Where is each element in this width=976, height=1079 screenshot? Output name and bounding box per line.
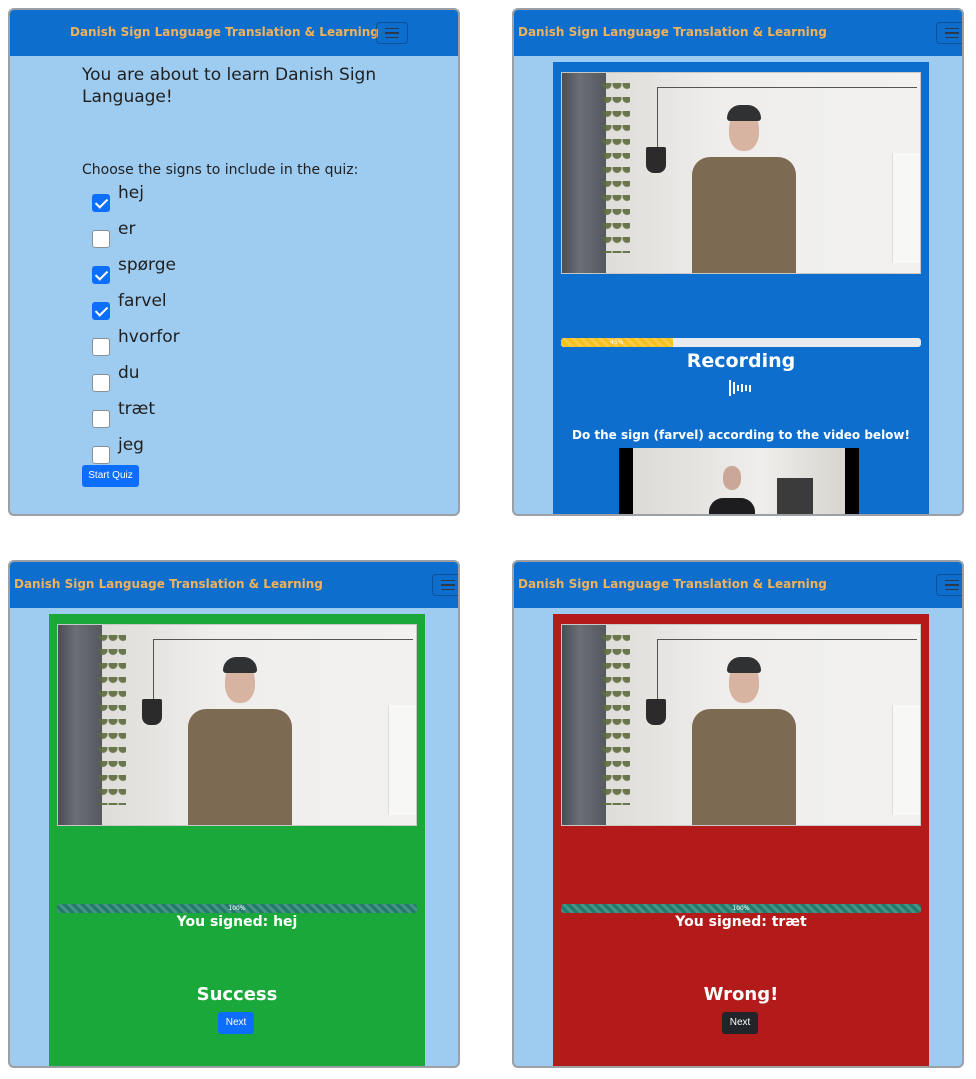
- navbar: Danish Sign Language Translation & Learn…: [514, 10, 962, 56]
- sign-option[interactable]: farvel: [92, 290, 180, 326]
- navbar-brand[interactable]: Danish Sign Language Translation & Learn…: [518, 10, 827, 56]
- menu-toggle-button[interactable]: [432, 574, 458, 596]
- navbar: Danish Sign Language Translation & Learn…: [10, 562, 458, 608]
- reference-sign-video[interactable]: [619, 448, 859, 514]
- next-button[interactable]: Next: [722, 1012, 758, 1034]
- recording-status: Recording: [686, 350, 796, 372]
- navbar-brand[interactable]: Danish Sign Language Translation & Learn…: [518, 562, 827, 608]
- webcam-video: [57, 624, 417, 826]
- start-quiz-button[interactable]: Start Quiz: [82, 465, 139, 487]
- recording-progress: 45%: [561, 338, 921, 347]
- hamburger-icon: [945, 27, 959, 30]
- sign-checkbox[interactable]: [92, 230, 110, 248]
- signed-result-text: You signed: træt: [675, 914, 807, 930]
- sign-instruction: Do the sign (farvel) according to the vi…: [572, 428, 910, 442]
- sign-label: træt: [118, 399, 156, 419]
- result-progress: 100%: [561, 904, 921, 913]
- sign-label: farvel: [118, 291, 167, 311]
- setup-content: You are about to learn Danish Sign Langu…: [82, 64, 402, 464]
- navbar-brand[interactable]: Danish Sign Language Translation & Learn…: [70, 10, 379, 56]
- hamburger-icon: [945, 579, 959, 582]
- quiz-setup-panel: Danish Sign Language Translation & Learn…: [8, 8, 460, 516]
- sign-checkbox[interactable]: [92, 338, 110, 356]
- webcam-video: [561, 72, 921, 274]
- progress-label: 100%: [228, 905, 246, 912]
- page-title: You are about to learn Danish Sign Langu…: [82, 65, 377, 107]
- result-title: Success: [196, 984, 278, 1005]
- sign-checkbox[interactable]: [92, 266, 110, 284]
- success-panel: Danish Sign Language Translation & Learn…: [8, 560, 460, 1068]
- sign-option[interactable]: hej: [92, 182, 180, 218]
- progress-label: 45%: [610, 339, 624, 346]
- sign-checkbox[interactable]: [92, 410, 110, 428]
- menu-toggle-button[interactable]: [376, 22, 408, 44]
- sign-label: hvorfor: [118, 327, 180, 347]
- sign-option[interactable]: hvorfor: [92, 326, 180, 362]
- signs-checklist: hej er spørge farvel hvorfor du træt jeg: [92, 182, 180, 470]
- sign-option[interactable]: spørge: [92, 254, 180, 290]
- navbar-brand[interactable]: Danish Sign Language Translation & Learn…: [14, 562, 323, 608]
- sign-label: jeg: [118, 435, 144, 455]
- menu-toggle-button[interactable]: [936, 22, 962, 44]
- sign-checkbox[interactable]: [92, 374, 110, 392]
- result-title: Wrong!: [703, 984, 779, 1005]
- sign-option[interactable]: træt: [92, 398, 180, 434]
- navbar: Danish Sign Language Translation & Learn…: [10, 10, 458, 56]
- next-button[interactable]: Next: [218, 1012, 254, 1034]
- quiz-card-wrong: 100% You signed: træt Wrong! Next: [553, 614, 929, 1066]
- sign-label: spørge: [118, 255, 176, 275]
- sign-label: hej: [118, 183, 144, 203]
- sign-checkbox[interactable]: [92, 302, 110, 320]
- wrong-panel: Danish Sign Language Translation & Learn…: [512, 560, 964, 1068]
- navbar: Danish Sign Language Translation & Learn…: [514, 562, 962, 608]
- recording-panel: Danish Sign Language Translation & Learn…: [512, 8, 964, 516]
- hamburger-icon: [441, 579, 455, 582]
- menu-toggle-button[interactable]: [936, 574, 962, 596]
- signs-prompt: Choose the signs to include in the quiz:: [82, 162, 359, 178]
- sign-label: du: [118, 363, 140, 383]
- progress-label: 100%: [732, 905, 750, 912]
- sign-checkbox[interactable]: [92, 446, 110, 464]
- webcam-video: [561, 624, 921, 826]
- hamburger-icon: [385, 27, 399, 30]
- result-progress: 100%: [57, 904, 417, 913]
- sound-wave-icon: [729, 380, 751, 396]
- signed-result-text: You signed: hej: [176, 914, 298, 930]
- sign-option[interactable]: er: [92, 218, 180, 254]
- quiz-card-recording: 45% Recording Do the sign (farvel) accor…: [553, 62, 929, 514]
- sign-checkbox[interactable]: [92, 194, 110, 212]
- sign-label: er: [118, 219, 136, 239]
- quiz-card-success: 100% You signed: hej Success Next: [49, 614, 425, 1066]
- sign-option[interactable]: du: [92, 362, 180, 398]
